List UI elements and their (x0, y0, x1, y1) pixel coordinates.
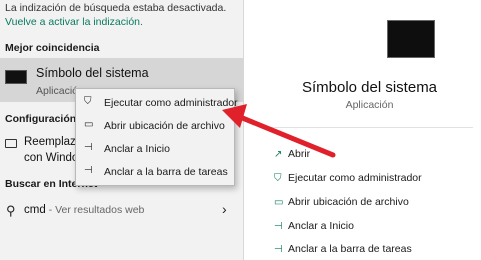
action-pin-to-taskbar[interactable]: ⊣ Anclar a la barra de tareas (274, 243, 474, 260)
web-search-term: cmd - Ver resultados web (24, 204, 145, 216)
menu-item-pin-to-taskbar[interactable]: ⊣ Anclar a la barra de tareas (76, 161, 234, 183)
context-menu: ⛉ Ejecutar como administrador ▭ Abrir ub… (75, 88, 238, 186)
action-open[interactable]: ↗ Abrir (274, 148, 474, 166)
shield-icon: ⛉ (84, 96, 92, 107)
best-match-title: Símbolo del sistema (36, 66, 149, 80)
menu-item-open-file-location[interactable]: ▭ Abrir ubicación de archivo (76, 115, 234, 137)
chevron-right-icon[interactable]: › (222, 201, 227, 217)
pin-icon: ⊣ (274, 244, 283, 255)
command-prompt-icon (5, 70, 27, 84)
pin-icon: ⊣ (84, 165, 93, 176)
folder-icon: ▭ (84, 119, 94, 130)
shield-icon: ⛉ (274, 173, 282, 184)
settings-item-line1: Reemplaza (24, 136, 83, 148)
monitor-icon (5, 139, 17, 148)
app-subtitle: Aplicación (345, 99, 394, 111)
pin-icon: ⊣ (84, 142, 93, 153)
menu-item-run-as-admin[interactable]: ⛉ Ejecutar como administrador (76, 92, 238, 114)
best-match-header: Mejor coincidencia (5, 42, 100, 54)
folder-icon: ▭ (274, 197, 284, 208)
action-open-file-location[interactable]: ▭ Abrir ubicación de archivo (274, 196, 474, 214)
open-icon: ↗ (274, 149, 283, 160)
action-run-as-admin[interactable]: ⛉ Ejecutar como administrador (274, 172, 474, 190)
settings-item-line2: con Windo (24, 152, 79, 164)
command-prompt-large-icon (387, 20, 435, 58)
app-title: Símbolo del sistema (301, 79, 438, 96)
settings-header: Configuración (5, 113, 77, 125)
reenable-indexing-link[interactable]: Vuelve a activar la indización. (5, 16, 143, 28)
search-icon: ⚲ (6, 203, 16, 218)
menu-item-pin-to-start[interactable]: ⊣ Anclar a Inicio (76, 138, 234, 160)
indexing-notice: La indización de búsqueda estaba desacti… (5, 2, 227, 14)
web-search-item[interactable]: ⚲ cmd - Ver resultados web › (0, 196, 244, 224)
action-pin-to-start[interactable]: ⊣ Anclar a Inicio (274, 220, 474, 238)
app-details-pane: Símbolo del sistema Aplicación ↗ Abrir ⛉ E… (258, 0, 481, 260)
divider (266, 127, 473, 128)
pin-icon: ⊣ (274, 221, 283, 232)
